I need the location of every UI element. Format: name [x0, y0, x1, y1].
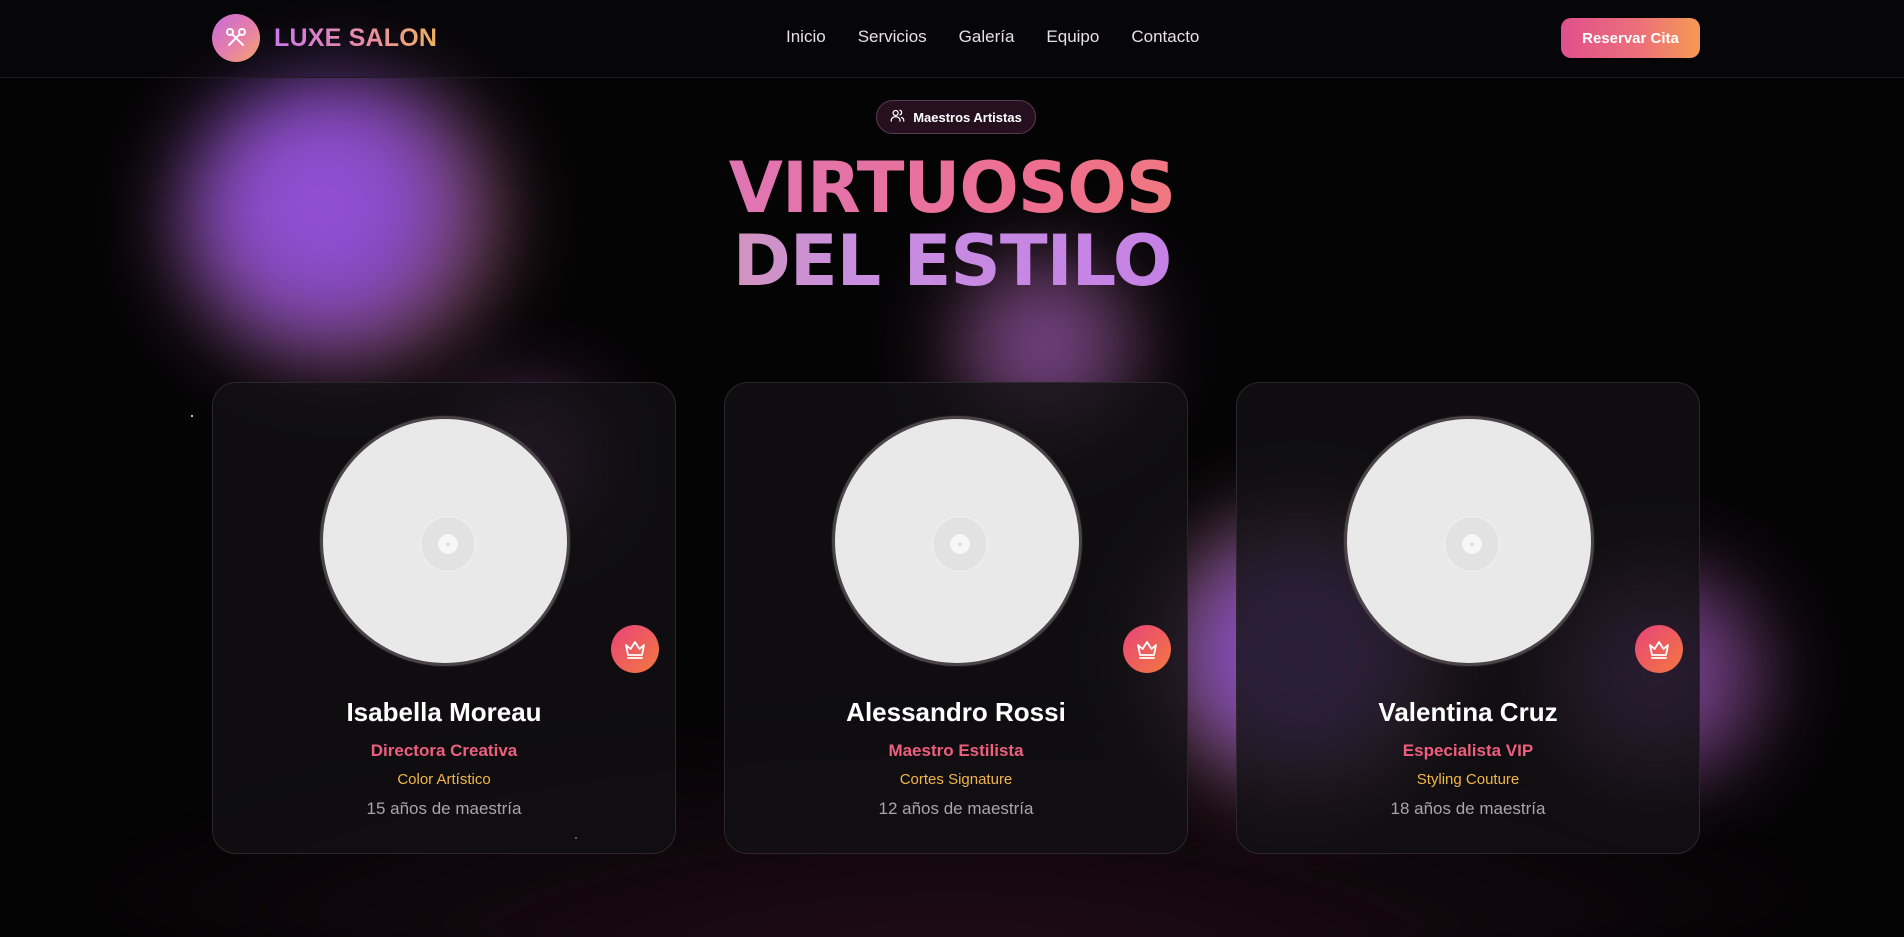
- member-role: Maestro Estilista: [888, 741, 1024, 760]
- team-member-card[interactable]: ▫ Valentina Cruz Especialista VIP Stylin…: [1236, 382, 1700, 854]
- brand-name: LUXE SALON: [274, 23, 438, 52]
- team-member-card[interactable]: ▫ Isabella Moreau Directora Creativa Col…: [212, 382, 676, 854]
- sparkle-dot: [575, 837, 577, 839]
- crown-icon: [1635, 625, 1683, 673]
- hero-title-line-2: DEL ESTILO: [0, 225, 1904, 298]
- scissors-icon: [212, 14, 260, 62]
- image-placeholder-icon: ▫: [420, 516, 476, 572]
- avatar: ▫: [320, 416, 570, 666]
- member-name: Valentina Cruz: [1378, 697, 1558, 727]
- site-header: LUXE SALON Inicio Servicios Galería Equi…: [0, 0, 1904, 78]
- section-badge-label: Maestros Artistas: [913, 109, 1022, 125]
- image-placeholder-icon: ▫: [932, 516, 988, 572]
- brand-logo[interactable]: LUXE SALON: [212, 14, 437, 62]
- hero-title-line-1: VIRTUOSOS: [0, 152, 1904, 225]
- users-icon: [890, 108, 905, 126]
- avatar: ▫: [1344, 416, 1594, 666]
- nav-link-contacto[interactable]: Contacto: [1131, 27, 1199, 47]
- crown-icon: [1123, 625, 1171, 673]
- image-placeholder-icon: ▫: [1444, 516, 1500, 572]
- nav-link-galeria[interactable]: Galería: [959, 27, 1015, 47]
- nav-link-servicios[interactable]: Servicios: [858, 27, 927, 47]
- member-experience: 12 años de maestría: [878, 799, 1034, 818]
- member-experience: 15 años de maestría: [366, 799, 522, 818]
- main-nav: Inicio Servicios Galería Equipo Contacto: [786, 27, 1199, 47]
- nav-link-equipo[interactable]: Equipo: [1046, 27, 1099, 47]
- member-specialty: Color Artístico: [397, 771, 491, 788]
- book-appointment-button[interactable]: Reservar Cita: [1561, 18, 1700, 58]
- nav-link-inicio[interactable]: Inicio: [786, 27, 826, 47]
- member-experience: 18 años de maestría: [1390, 799, 1546, 818]
- sparkle-dot: [191, 415, 193, 417]
- member-specialty: Styling Couture: [1416, 771, 1520, 788]
- member-name: Isabella Moreau: [346, 697, 542, 727]
- member-name: Alessandro Rossi: [846, 697, 1066, 727]
- crown-icon: [611, 625, 659, 673]
- member-role: Especialista VIP: [1402, 741, 1534, 760]
- member-specialty: Cortes Signature: [899, 771, 1013, 788]
- member-role: Directora Creativa: [370, 741, 518, 760]
- team-member-card[interactable]: ▫ Alessandro Rossi Maestro Estilista Cor…: [724, 382, 1188, 854]
- avatar: ▫: [832, 416, 1082, 666]
- section-badge: Maestros Artistas: [876, 100, 1036, 134]
- hero-title: VIRTUOSOS DEL ESTILO: [0, 152, 1904, 298]
